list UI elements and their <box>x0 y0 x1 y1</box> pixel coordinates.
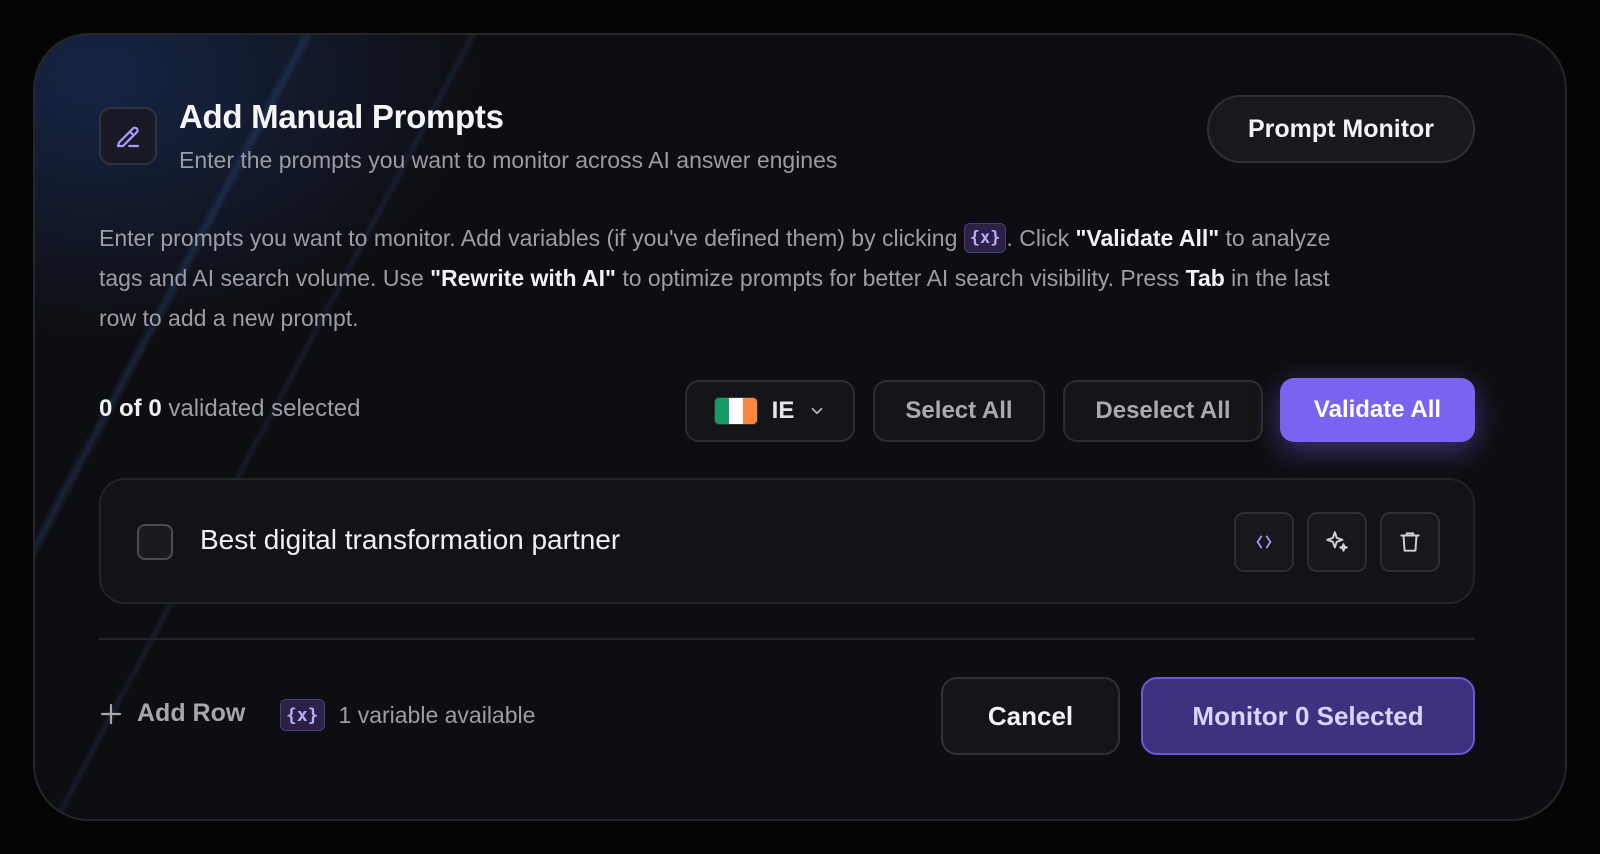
delete-prompt-button[interactable] <box>1380 512 1440 572</box>
prompt-text[interactable]: Best digital transformation partner <box>200 524 620 556</box>
country-code: IE <box>771 397 795 424</box>
rewrite-with-ai-button[interactable] <box>1307 512 1367 572</box>
prompt-checkbox[interactable] <box>137 524 173 560</box>
dialog-title: Add Manual Prompts <box>179 98 504 135</box>
variable-chip[interactable]: {x} <box>280 699 325 731</box>
country-select[interactable]: IE <box>685 380 855 442</box>
chevron-down-icon <box>811 407 823 415</box>
insert-variable-button[interactable] <box>1234 512 1294 572</box>
variable-chip: {x} <box>963 222 1007 253</box>
dialog-subtitle: Enter the prompts you want to monitor ac… <box>179 147 838 173</box>
sparkles-icon <box>1326 531 1348 552</box>
divider <box>99 638 1475 640</box>
variable-code-icon <box>1256 535 1272 549</box>
selection-count: 0 of 0 validated selected <box>99 395 361 422</box>
add-manual-prompts-dialog: Add Manual Prompts Enter the prompts you… <box>33 33 1567 821</box>
monitor-selected-button[interactable]: Monitor 0 Selected <box>1141 677 1475 755</box>
plus-icon <box>100 703 122 724</box>
select-all-button[interactable]: Select All <box>873 380 1045 442</box>
prompt-monitor-button[interactable]: Prompt Monitor <box>1207 95 1475 163</box>
instructions-text: Enter prompts you want to monitor. Add v… <box>99 218 1359 338</box>
ireland-flag-icon <box>713 397 758 425</box>
variables-available: {x} 1 variable available <box>280 699 535 731</box>
validate-all-button[interactable]: Validate All <box>1280 378 1475 442</box>
cancel-button[interactable]: Cancel <box>941 677 1120 755</box>
pencil-icon <box>99 107 157 165</box>
prompt-row: Best digital transformation partner <box>99 478 1475 604</box>
trash-icon <box>1400 532 1420 552</box>
add-row-button[interactable]: Add Row <box>99 699 245 728</box>
deselect-all-button[interactable]: Deselect All <box>1063 380 1263 442</box>
